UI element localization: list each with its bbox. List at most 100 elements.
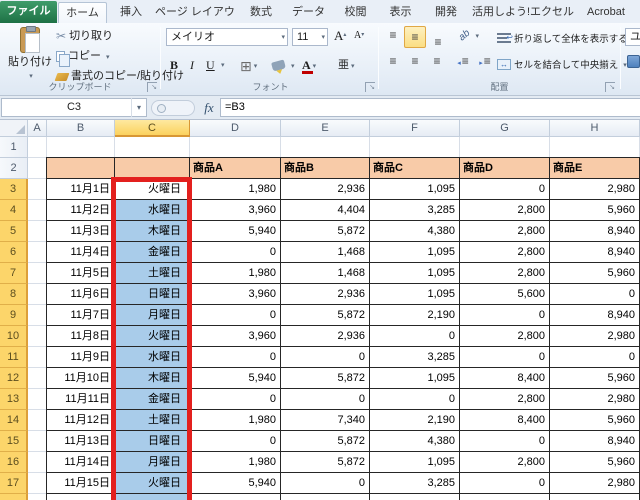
cell-A15[interactable] — [28, 431, 47, 452]
cell-A10[interactable] — [28, 326, 47, 347]
formula-bar-splitter[interactable] — [151, 100, 195, 116]
cell-B8[interactable]: 11月6日 — [47, 284, 115, 305]
cell-H14[interactable]: 5,960 — [550, 410, 640, 431]
fill-color-dropdown-arrow[interactable] — [289, 55, 295, 76]
cell-C7[interactable]: 土曜日 — [115, 263, 190, 284]
row-header-4[interactable]: 4 — [0, 200, 28, 221]
copy-dropdown-arrow[interactable] — [104, 47, 110, 67]
font-size-dropdown-arrow[interactable] — [319, 29, 325, 45]
cell-H12[interactable]: 5,960 — [550, 368, 640, 389]
borders-button[interactable]: ⊞ — [240, 56, 257, 75]
cell-A3[interactable] — [28, 179, 47, 200]
cell-G11[interactable]: 0 — [460, 347, 550, 368]
cell-G10[interactable]: 2,800 — [460, 326, 550, 347]
cell-H10[interactable]: 2,980 — [550, 326, 640, 347]
cell-G9[interactable]: 0 — [460, 305, 550, 326]
col-header-E[interactable]: E — [281, 120, 370, 137]
cell-E16[interactable]: 5,872 — [281, 452, 370, 473]
select-all-corner[interactable] — [0, 120, 28, 137]
cell-C11[interactable]: 水曜日 — [115, 347, 190, 368]
cell-B5[interactable]: 11月3日 — [47, 221, 115, 242]
cell-E12[interactable]: 5,872 — [281, 368, 370, 389]
row-header-3[interactable]: 3 — [0, 179, 28, 200]
cell-D6[interactable]: 0 — [190, 242, 281, 263]
clipboard-dialog-launcher[interactable] — [147, 82, 157, 92]
cell-C5[interactable]: 木曜日 — [115, 221, 190, 242]
decrease-indent-button[interactable]: ◂≡ — [453, 54, 473, 74]
cell-E8[interactable]: 2,936 — [281, 284, 370, 305]
cell-F7[interactable]: 1,095 — [370, 263, 460, 284]
cell-H5[interactable]: 8,940 — [550, 221, 640, 242]
cell-G18[interactable] — [460, 494, 550, 500]
cell-B14[interactable]: 11月12日 — [47, 410, 115, 431]
row-header-7[interactable]: 7 — [0, 263, 28, 284]
cell-A2[interactable] — [28, 158, 47, 179]
row-header-15[interactable]: 15 — [0, 431, 28, 452]
cell-A9[interactable] — [28, 305, 47, 326]
merge-center-button[interactable]: ↔ セルを結合して中央揃え — [497, 54, 627, 74]
tab-4[interactable]: 数式 — [238, 2, 284, 23]
tab-9[interactable]: 活用しよう!エクセル — [470, 2, 576, 23]
fill-color-button[interactable] — [271, 55, 295, 76]
cell-H2[interactable]: 商品E — [550, 158, 640, 179]
col-header-H[interactable]: H — [550, 120, 640, 137]
row-header-2[interactable]: 2 — [0, 158, 28, 179]
tab-5[interactable]: データ — [285, 2, 332, 23]
orientation-dropdown-arrow[interactable] — [473, 27, 479, 41]
cell-G3[interactable]: 0 — [460, 179, 550, 200]
cell-A8[interactable] — [28, 284, 47, 305]
cell-B13[interactable]: 11月11日 — [47, 389, 115, 410]
orientation-button[interactable]: ab — [456, 27, 482, 47]
font-name-dropdown-arrow[interactable] — [279, 29, 285, 45]
cell-C12[interactable]: 木曜日 — [115, 368, 190, 389]
cell-G16[interactable]: 2,800 — [460, 452, 550, 473]
bold-button[interactable]: B — [170, 56, 178, 75]
cell-A18[interactable] — [28, 494, 47, 500]
cell-D8[interactable]: 3,960 — [190, 284, 281, 305]
row-header-16[interactable]: 16 — [0, 452, 28, 473]
formula-input[interactable]: =B3 — [220, 98, 640, 117]
cell-A4[interactable] — [28, 200, 47, 221]
cell-A5[interactable] — [28, 221, 47, 242]
phonetic-dropdown-arrow[interactable] — [349, 56, 355, 76]
cell-D2[interactable]: 商品A — [190, 158, 281, 179]
cell-E3[interactable]: 2,936 — [281, 179, 370, 200]
row-header-1[interactable]: 1 — [0, 137, 28, 158]
col-header-C[interactable]: C — [115, 120, 190, 137]
grow-font-button[interactable] — [334, 26, 352, 45]
cell-B4[interactable]: 11月2日 — [47, 200, 115, 221]
cell-D18[interactable] — [190, 494, 281, 500]
cell-E13[interactable]: 0 — [281, 389, 370, 410]
phonetic-guide-button[interactable]: 亜 — [338, 56, 355, 75]
row-header-18[interactable] — [0, 494, 28, 500]
cell-B11[interactable]: 11月9日 — [47, 347, 115, 368]
cell-B16[interactable]: 11月14日 — [47, 452, 115, 473]
cell-G15[interactable]: 0 — [460, 431, 550, 452]
cell-E18[interactable] — [281, 494, 370, 500]
cell-D13[interactable]: 0 — [190, 389, 281, 410]
cell-A6[interactable] — [28, 242, 47, 263]
tab-3[interactable]: ページ レイアウト — [155, 2, 237, 23]
font-size-combo[interactable]: 11 — [292, 28, 328, 46]
cell-H18[interactable] — [550, 494, 640, 500]
tab-file[interactable]: ファイル — [0, 1, 57, 23]
align-bottom-button[interactable]: ≡ — [428, 27, 448, 49]
cell-B2[interactable] — [47, 158, 115, 179]
cell-C8[interactable]: 日曜日 — [115, 284, 190, 305]
wrap-text-button[interactable]: 折り返して全体を表示する — [497, 28, 628, 48]
cell-D10[interactable]: 3,960 — [190, 326, 281, 347]
alignment-dialog-launcher[interactable] — [605, 82, 615, 92]
cell-C2[interactable] — [115, 158, 190, 179]
cell-B1[interactable] — [47, 137, 115, 158]
col-header-A[interactable]: A — [28, 120, 47, 137]
cell-B9[interactable]: 11月7日 — [47, 305, 115, 326]
cell-H17[interactable]: 2,980 — [550, 473, 640, 494]
cell-H13[interactable]: 2,980 — [550, 389, 640, 410]
cell-C13[interactable]: 金曜日 — [115, 389, 190, 410]
cell-C9[interactable]: 月曜日 — [115, 305, 190, 326]
cell-F1[interactable] — [370, 137, 460, 158]
cell-A1[interactable] — [28, 137, 47, 158]
cell-F8[interactable]: 1,095 — [370, 284, 460, 305]
cell-D16[interactable]: 1,980 — [190, 452, 281, 473]
font-dialog-launcher[interactable] — [365, 82, 375, 92]
